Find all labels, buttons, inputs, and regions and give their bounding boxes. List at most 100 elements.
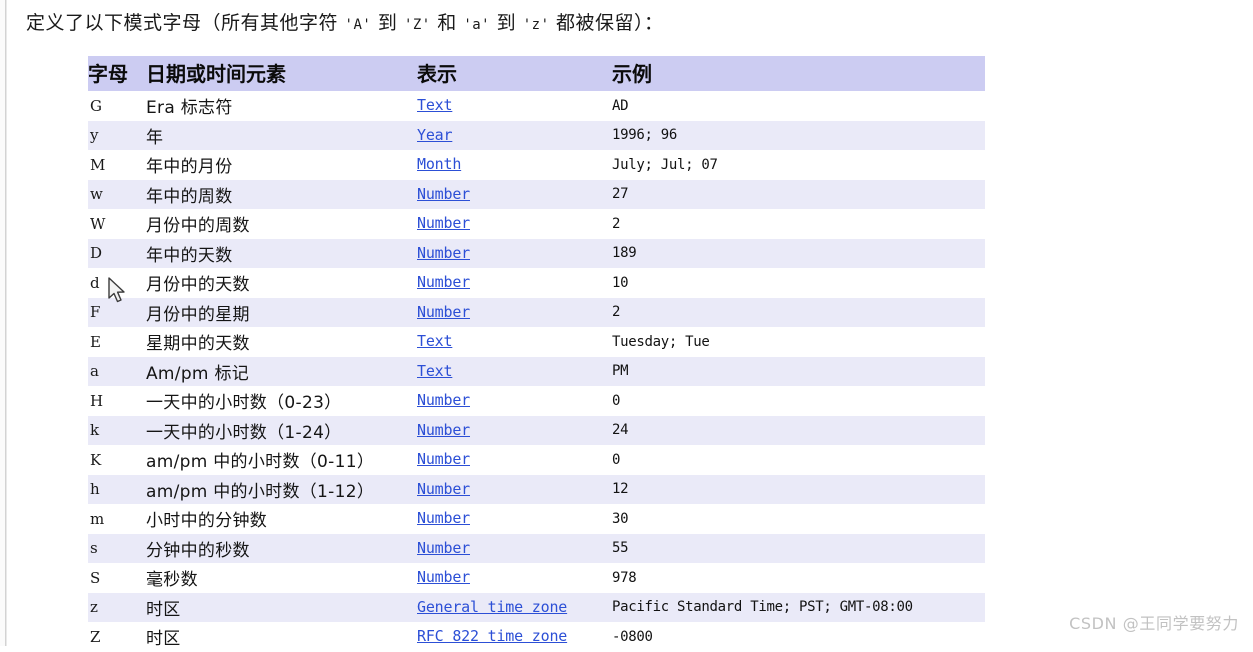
cell-presentation: Text [415, 357, 610, 387]
table-row: M 年中的月份 Month July; Jul; 07 [88, 150, 985, 180]
cell-presentation: Number [415, 298, 610, 328]
cell-example: Tuesday; Tue [612, 333, 710, 350]
cell-element: am/pm 中的小时数（1-12） [146, 481, 375, 502]
column-header-letter: 字母 [88, 56, 144, 91]
table-row: y 年 Year 1996; 96 [88, 120, 985, 151]
intro-literal-a: 'a' [463, 17, 491, 33]
table-row: E 星期中的天数 Text Tuesday; Tue [88, 327, 985, 357]
cell-letter: h [90, 480, 100, 499]
table-body: G Era 标志符 Text AD y 年 Year 1996; 96 M 年中的月份 Month J… [88, 91, 985, 652]
table-row: d 月份中的天数 Number 10 [88, 268, 985, 298]
cell-letter: S [90, 568, 101, 587]
intro-literal-z: 'z' [522, 17, 550, 33]
cell-presentation: Number [415, 239, 610, 269]
presentation-link[interactable]: Number [417, 509, 470, 527]
presentation-link[interactable]: Year [417, 126, 453, 144]
cell-presentation: Year [415, 121, 610, 151]
table-row: h am/pm 中的小时数（1-12） Number 12 [88, 474, 985, 504]
cell-letter: m [90, 509, 105, 528]
table-header-row: 字母 日期或时间元素 表示 示例 [88, 56, 985, 91]
page-left-border [5, 0, 7, 646]
cell-letter: a [90, 362, 99, 381]
cell-letter: E [90, 332, 101, 351]
cell-letter: F [90, 303, 101, 322]
presentation-link[interactable]: Number [417, 185, 470, 203]
presentation-link[interactable]: Number [417, 568, 470, 586]
intro-paragraph: 定义了以下模式字母（所有其他字符 'A' 到 'Z' 和 'a' 到 'z' 都… [10, 0, 1253, 40]
cell-element: 一天中的小时数（1-24） [146, 422, 342, 443]
cell-presentation: General time zone [415, 593, 610, 623]
cell-element: 分钟中的秒数 [146, 540, 250, 561]
intro-literal-Z: 'Z' [403, 17, 431, 33]
presentation-link[interactable]: Text [417, 96, 453, 114]
cell-letter: y [90, 126, 99, 145]
presentation-link[interactable]: Number [417, 450, 470, 468]
presentation-link[interactable]: Month [417, 155, 461, 173]
cell-letter: k [90, 421, 100, 440]
cell-element: 时区 [146, 599, 181, 620]
cell-element: 年中的月份 [146, 157, 233, 178]
intro-mid-2: 和 [430, 12, 464, 34]
cell-element: 毫秒数 [146, 570, 198, 591]
document-content: 定义了以下模式字母（所有其他字符 'A' 到 'Z' 和 'a' 到 'z' 都… [10, 0, 1253, 652]
intro-mid-1: 到 [371, 12, 404, 34]
presentation-link[interactable]: Number [417, 214, 470, 232]
table-row: a Am/pm 标记 Text PM [88, 356, 985, 387]
cell-example: 2 [612, 304, 621, 321]
cell-element: am/pm 中的小时数（0-11） [146, 452, 375, 473]
cell-letter: G [90, 96, 102, 115]
cell-presentation: Number [415, 504, 610, 534]
column-header-example: 示例 [610, 56, 985, 91]
table-row: F 月份中的星期 Number 2 [88, 297, 985, 328]
cell-letter: Z [90, 627, 101, 646]
column-header-presentation: 表示 [415, 56, 610, 91]
presentation-link[interactable]: Number [417, 273, 470, 291]
table-row: S 毫秒数 Number 978 [88, 563, 985, 593]
presentation-link[interactable]: Number [417, 391, 470, 409]
cell-element: 月份中的星期 [146, 304, 250, 325]
presentation-link[interactable]: Number [417, 303, 470, 321]
cell-element: Era 标志符 [146, 98, 233, 119]
cell-example: Pacific Standard Time; PST; GMT-08:00 [612, 599, 913, 616]
pattern-table-container: 字母 日期或时间元素 表示 示例 G Era 标志符 Text AD y 年 Year 199… [88, 56, 985, 652]
cell-presentation: Text [415, 327, 610, 357]
cell-presentation: Text [415, 91, 610, 121]
cell-element: 时区 [146, 629, 181, 650]
cell-element: 月份中的天数 [146, 275, 250, 296]
cell-example: 27 [612, 186, 629, 203]
cell-presentation: Number [415, 534, 610, 564]
intro-mid-3: 到 [490, 12, 523, 34]
presentation-link[interactable]: Number [417, 421, 470, 439]
presentation-link[interactable]: General time zone [417, 598, 567, 616]
cell-letter: W [90, 214, 106, 233]
cell-example: PM [612, 363, 629, 380]
table-row: H 一天中的小时数（0-23） Number 0 [88, 386, 985, 416]
cell-example: 189 [612, 245, 637, 262]
cell-example: 12 [612, 481, 629, 498]
presentation-link[interactable]: Text [417, 332, 453, 350]
presentation-link[interactable]: Text [417, 362, 453, 380]
presentation-link[interactable]: Number [417, 244, 470, 262]
cell-element: 星期中的天数 [146, 334, 250, 355]
cell-element: 一天中的小时数（0-23） [146, 393, 342, 414]
cell-presentation: Number [415, 209, 610, 239]
table-row: Kam/pm 中的小时数（0-11） Number 0 [88, 445, 985, 475]
presentation-link[interactable]: Number [417, 480, 470, 498]
cell-example: 0 [612, 451, 621, 468]
cell-example: July; Jul; 07 [612, 156, 718, 173]
cell-example: 1996; 96 [612, 127, 678, 144]
cell-presentation: Number [415, 563, 610, 593]
presentation-link[interactable]: RFC 822 time zone [417, 627, 567, 645]
table-row: z 时区 General time zone Pacific Standard Tim… [88, 592, 985, 623]
cell-letter: H [90, 391, 104, 410]
cell-element: 年中的周数 [146, 186, 233, 207]
cell-element: Am/pm 标记 [146, 363, 250, 384]
cell-example: 55 [612, 540, 629, 557]
cell-example: 978 [612, 569, 637, 586]
presentation-link[interactable]: Number [417, 539, 470, 557]
cell-presentation: Number [415, 445, 610, 475]
cell-letter: s [90, 539, 98, 558]
cell-letter: w [90, 185, 103, 204]
cell-example: AD [612, 97, 629, 114]
cell-example: 30 [612, 510, 629, 527]
